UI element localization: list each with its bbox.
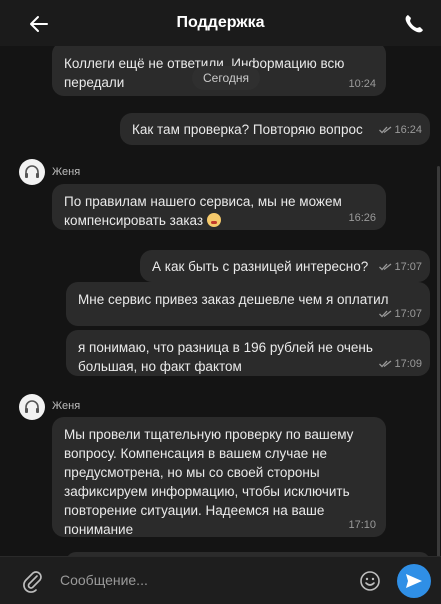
message-time: 10:24 (348, 78, 376, 90)
read-checks-icon (379, 310, 392, 318)
message-bubble: А как быть с разницей интересно? 17:07 (140, 250, 430, 282)
message-time: 17:07 (394, 308, 422, 320)
avatar[interactable] (19, 394, 45, 420)
message-time: 17:09 (394, 358, 422, 370)
message-bubble: По правилам нашего сервиса, мы не можем … (52, 184, 386, 230)
read-checks-icon (379, 263, 392, 271)
message-time: 17:07 (394, 261, 422, 273)
message-text: Как там проверка? Повторяю вопрос (132, 122, 363, 137)
message-time: 17:10 (348, 519, 376, 531)
message-time: 16:26 (348, 212, 376, 224)
page-title: Поддержка (176, 14, 265, 31)
message-time: 16:24 (394, 124, 422, 136)
avatar[interactable] (19, 159, 45, 185)
message-text: По правилам нашего сервиса, мы не можем … (64, 194, 342, 228)
paperclip-icon[interactable] (22, 569, 44, 593)
send-icon (406, 574, 422, 588)
message-text: я понимаю, что разница в 196 рублей не о… (78, 340, 373, 374)
message-bubble: Как там проверка? Повторяю вопрос 16:24 (120, 113, 430, 145)
sad-face-emoji-icon (206, 213, 221, 227)
message-list[interactable]: Коллеги ещё не ответили. Информацию всю … (0, 46, 441, 556)
message-composer (0, 556, 441, 604)
message-text: А как быть с разницей интересно? (152, 259, 369, 274)
scrollbar[interactable] (437, 166, 440, 556)
chat-header: Поддержка (0, 0, 441, 46)
sender-name: Женя (52, 166, 81, 178)
headset-icon (25, 165, 39, 178)
date-separator: Сегодня (192, 66, 260, 90)
sender-name: Женя (52, 400, 81, 412)
read-checks-icon (379, 126, 392, 134)
message-text: Мы провели тщательную проверку по вашему… (64, 427, 354, 537)
message-bubble: я понимаю, что разница в 196 рублей не о… (66, 330, 430, 376)
message-bubble: Мы провели тщательную проверку по вашему… (52, 417, 386, 537)
headset-icon (25, 400, 39, 413)
read-checks-icon (379, 360, 392, 368)
phone-icon[interactable] (402, 12, 426, 36)
message-text: Мне сервис привез заказ дешевле чем я оп… (78, 292, 389, 307)
message-bubble: Мне сервис привез заказ дешевле чем я оп… (66, 282, 430, 326)
message-input[interactable] (60, 567, 340, 593)
smiley-icon[interactable] (359, 570, 381, 592)
send-button[interactable] (397, 564, 431, 598)
